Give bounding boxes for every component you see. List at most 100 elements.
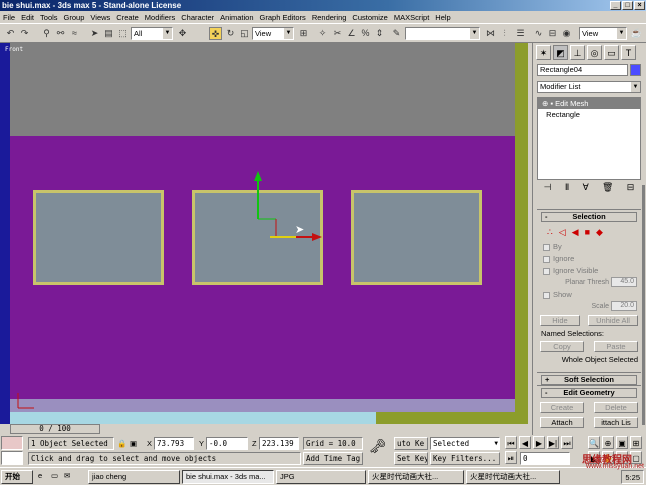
attach-button[interactable]: Attach — [540, 417, 584, 428]
curve-editor-icon[interactable]: ∿ — [532, 27, 545, 40]
desktop-quicklaunch-icon[interactable]: ▭ — [48, 470, 60, 484]
ignore-visible-checkbox[interactable]: Ignore Visible — [537, 265, 641, 277]
select-object-icon[interactable]: ➤ — [88, 27, 101, 40]
taskbar-item-browser-1[interactable]: 火星时代动画大社... — [368, 470, 464, 484]
current-frame-field[interactable]: 0 — [520, 452, 570, 465]
menu-file[interactable]: File — [3, 13, 15, 22]
key-filters-button[interactable]: Key Filters... — [430, 452, 500, 465]
vertex-icon[interactable]: ∴ — [547, 227, 553, 238]
modify-tab-icon[interactable]: ◩ — [553, 45, 568, 60]
scale-icon[interactable]: ◱ — [238, 27, 251, 40]
taskbar-item-jpg[interactable]: JPG — [276, 470, 366, 484]
layers-icon[interactable]: ☰ — [514, 27, 527, 40]
zoom-extents-icon[interactable]: ▣ — [616, 436, 628, 449]
quick-render-icon[interactable]: ☕ — [630, 27, 643, 40]
play-icon[interactable]: ▶ — [533, 436, 545, 449]
render-type-dropdown[interactable]: View ▼ — [579, 27, 627, 40]
selection-rollout-header[interactable]: - Selection — [541, 212, 637, 222]
next-frame-icon[interactable]: ▶| — [547, 436, 559, 449]
display-tab-icon[interactable]: ▭ — [604, 45, 619, 60]
redo-icon[interactable]: ↷ — [18, 27, 31, 40]
percent-snap-icon[interactable]: % — [359, 27, 372, 40]
create-button[interactable]: Create — [540, 402, 584, 413]
taskbar-item-browser-2[interactable]: 火星时代动画大社... — [466, 470, 560, 484]
absolute-mode-icon[interactable]: ▣ — [130, 437, 137, 450]
hierarchy-tab-icon[interactable]: ⊥ — [570, 45, 585, 60]
close-button[interactable]: × — [634, 1, 645, 10]
show-normals-checkbox[interactable]: Show — [537, 289, 641, 301]
unhide-all-button[interactable]: Unhide All — [588, 315, 638, 326]
snap-icon[interactable]: ✂ — [331, 27, 344, 40]
motion-tab-icon[interactable]: ◎ — [587, 45, 602, 60]
select-manipulate-icon[interactable]: ✧ — [316, 27, 329, 40]
minimize-button[interactable]: _ — [610, 1, 621, 10]
auto-key-button[interactable]: uto Ke — [394, 437, 428, 450]
align-icon[interactable]: ⫶ — [498, 27, 511, 40]
key-icon[interactable]: 🗝 — [369, 439, 387, 453]
menu-animation[interactable]: Animation — [220, 13, 253, 22]
menu-views[interactable]: Views — [90, 13, 110, 22]
maxscript-listener-mini[interactable] — [1, 436, 23, 450]
menu-group[interactable]: Group — [64, 13, 85, 22]
unlink-icon[interactable]: ⚯ — [54, 27, 67, 40]
menu-rendering[interactable]: Rendering — [312, 13, 347, 22]
maxscript-input-mini[interactable] — [1, 451, 23, 465]
delete-button[interactable]: Delete — [594, 402, 638, 413]
configure-sets-icon[interactable]: ⊟ — [627, 182, 635, 196]
edge-icon[interactable]: ◁ — [559, 227, 566, 238]
move-gizmo[interactable] — [0, 43, 528, 424]
pivot-icon[interactable]: ⊞ — [297, 27, 310, 40]
select-link-icon[interactable]: ⚲ — [40, 27, 53, 40]
goto-start-icon[interactable]: ⏮ — [505, 436, 517, 449]
remove-modifier-icon[interactable]: 🗑 — [602, 182, 613, 196]
scale-field[interactable]: 20.0 — [611, 301, 637, 311]
planar-thresh-field[interactable]: 45.0 — [611, 277, 637, 287]
hide-button[interactable]: Hide — [540, 315, 580, 326]
named-selection-icon[interactable]: ✎ — [390, 27, 403, 40]
menu-edit[interactable]: Edit — [21, 13, 34, 22]
goto-end-icon[interactable]: ⏭ — [561, 436, 573, 449]
utilities-tab-icon[interactable]: T — [621, 45, 636, 60]
show-end-result-icon[interactable]: Ⅱ — [565, 182, 569, 196]
z-coordinate-field[interactable]: 223.139 — [259, 437, 299, 450]
menu-help[interactable]: Help — [435, 13, 450, 22]
set-key-button[interactable]: Set Key — [394, 452, 428, 465]
mirror-icon[interactable]: ⋈ — [484, 27, 497, 40]
zoom-icon[interactable]: 🔍 — [588, 436, 600, 449]
zoom-extents-all-icon[interactable]: ⊞ — [630, 436, 642, 449]
stack-item-rectangle[interactable]: Rectangle — [538, 109, 640, 120]
menu-tools[interactable]: Tools — [40, 13, 58, 22]
polygon-icon[interactable]: ■ — [585, 227, 590, 238]
object-color-swatch[interactable] — [630, 64, 641, 76]
paste-button[interactable]: Paste — [594, 341, 638, 352]
select-by-name-icon[interactable]: ▤ — [102, 27, 115, 40]
attach-list-button[interactable]: ittach Lis — [594, 417, 638, 428]
make-unique-icon[interactable]: ∀ — [583, 182, 589, 196]
create-tab-icon[interactable]: ✶ — [536, 45, 551, 60]
maximize-button[interactable]: □ — [622, 1, 633, 10]
spinner-snap-icon[interactable]: ⇕ — [373, 27, 386, 40]
prev-frame-icon[interactable]: ◀ — [519, 436, 531, 449]
material-editor-icon[interactable]: ◉ — [560, 27, 573, 40]
schematic-icon[interactable]: ⊟ — [546, 27, 559, 40]
soft-selection-header[interactable]: + Soft Selection — [541, 375, 637, 385]
outlook-quicklaunch-icon[interactable]: ✉ — [61, 470, 73, 484]
menu-modifiers[interactable]: Modifiers — [145, 13, 175, 22]
edit-geometry-header[interactable]: - Edit Geometry — [541, 388, 637, 398]
menu-graph-editors[interactable]: Graph Editors — [260, 13, 306, 22]
rotate-icon[interactable]: ↻ — [224, 27, 237, 40]
zoom-all-icon[interactable]: ⊕ — [602, 436, 614, 449]
x-coordinate-field[interactable]: 73.793 — [154, 437, 194, 450]
menu-create[interactable]: Create — [116, 13, 139, 22]
taskbar-item-jiao-cheng[interactable]: jiao cheng — [88, 470, 180, 484]
menu-customize[interactable]: Customize — [352, 13, 387, 22]
named-selection-dropdown[interactable]: ▼ — [405, 27, 480, 40]
add-time-tag-button[interactable]: Add Time Tag — [303, 452, 363, 465]
pin-stack-icon[interactable]: ⊣ — [544, 182, 552, 196]
modifier-stack[interactable]: ⊕ ▪ Edit Mesh Rectangle — [537, 97, 641, 180]
move-icon[interactable]: ✜ — [209, 27, 222, 40]
selection-filter-dropdown[interactable]: All ▼ — [131, 27, 173, 40]
start-button[interactable]: 开始 — [1, 470, 33, 484]
object-name-input[interactable]: Rectangle04 — [537, 64, 628, 76]
copy-button[interactable]: Copy — [540, 341, 584, 352]
